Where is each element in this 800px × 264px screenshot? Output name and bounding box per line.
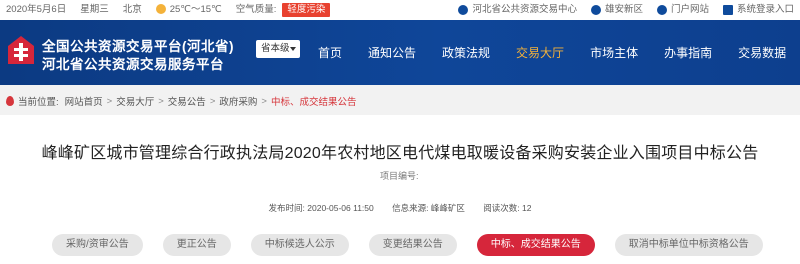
aqi-badge: 轻度污染: [282, 3, 331, 17]
link-trading-center[interactable]: 河北省公共资源交易中心: [458, 0, 577, 20]
chevron-down-icon: [290, 47, 296, 51]
province-select[interactable]: 省本级: [256, 40, 300, 58]
logo-icon[interactable]: [6, 34, 36, 70]
tab-correction-notice[interactable]: 更正公告: [162, 234, 231, 256]
province-select-value: 省本级: [261, 43, 290, 54]
link-login[interactable]: 系统登录入口: [722, 0, 794, 20]
tab-candidate-publicity[interactable]: 中标候选人公示: [250, 234, 349, 256]
nav-guide[interactable]: 办事指南: [664, 44, 712, 61]
info-source: 信息来源: 峰峰矿区: [392, 203, 465, 213]
article-meta: 发布时间: 2020-05-06 11:50 信息来源: 峰峰矿区 阅读次数: …: [0, 202, 800, 214]
nav-home[interactable]: 首页: [318, 44, 342, 61]
breadcrumb-current: 中标、成交结果公告: [270, 97, 357, 108]
nav-policies[interactable]: 政策法规: [442, 44, 490, 61]
link-portal[interactable]: 门户网站: [656, 0, 709, 20]
weather-sun-icon: [155, 4, 166, 15]
nav-market-entities[interactable]: 市场主体: [590, 44, 638, 61]
tab-change-result[interactable]: 变更结果公告: [368, 234, 457, 256]
article-panel: 峰峰矿区城市管理综合行政执法局2020年农村地区电代煤电取暖设备采购安装企业入围…: [0, 115, 800, 264]
breadcrumb-announcements[interactable]: 交易公告: [168, 94, 206, 108]
site-title-line2: 河北省公共资源交易服务平台: [42, 57, 224, 72]
article-title: 峰峰矿区城市管理综合行政执法局2020年农村地区电代煤电取暖设备采购安装企业入围…: [41, 145, 759, 162]
tab-award-result[interactable]: 中标、成交结果公告: [476, 234, 595, 256]
view-count: 阅读次数: 12: [483, 203, 532, 213]
aqi-label: 空气质量:: [235, 4, 277, 15]
weekday-text: 星期三: [80, 4, 109, 15]
nav-trading-hall[interactable]: 交易大厅: [516, 44, 564, 61]
breadcrumb-procurement[interactable]: 政府采购: [219, 94, 257, 108]
home-icon: [458, 5, 469, 15]
tab-cancel-award[interactable]: 取消中标单位中标资格公告: [614, 234, 763, 256]
breadcrumb-separator: >: [106, 95, 113, 107]
main-nav: 首页 通知公告 政策法规 交易大厅 市场主体 办事指南 交易数据: [318, 20, 800, 85]
nav-trading-data[interactable]: 交易数据: [738, 44, 786, 61]
announcement-tabs: 采购/资审公告 更正公告 中标候选人公示 变更结果公告 中标、成交结果公告 取消…: [52, 234, 783, 256]
breadcrumb-separator: >: [209, 95, 216, 107]
site-title-line1: 全国公共资源交易平台(河北省): [42, 39, 234, 54]
login-icon: [722, 5, 733, 15]
link-xiongan[interactable]: 雄安新区: [590, 0, 643, 20]
publish-time: 发布时间: 2020-05-06 11:50: [268, 203, 374, 213]
breadcrumb-bar: 当前位置: 网站首页 > 交易大厅 > 交易公告 > 政府采购 > 中标、成交结…: [0, 85, 800, 115]
date-text: 2020年5月6日: [6, 4, 67, 15]
location-pin-icon: [6, 96, 14, 106]
breadcrumb-home[interactable]: 网站首页: [65, 94, 103, 108]
city-text: 北京: [122, 4, 142, 15]
nav-notices[interactable]: 通知公告: [368, 44, 416, 61]
breadcrumb: 当前位置: 网站首页 > 交易大厅 > 交易公告 > 政府采购 > 中标、成交结…: [6, 94, 356, 108]
location-icon: [590, 5, 601, 15]
breadcrumb-trading-hall[interactable]: 交易大厅: [116, 94, 154, 108]
date-weather: 2020年5月6日 星期三 北京 25℃～15℃ 空气质量: 轻度污染: [6, 0, 344, 20]
site-header: 全国公共资源交易平台(河北省) 河北省公共资源交易服务平台 省本级 首页 通知公…: [0, 20, 800, 85]
breadcrumb-separator: >: [158, 95, 164, 107]
project-number-label: 项目编号:: [380, 171, 419, 181]
breadcrumb-separator: >: [261, 95, 267, 107]
tab-procurement-notice[interactable]: 采购/资审公告: [52, 234, 143, 256]
top-links: 河北省公共资源交易中心 雄安新区 门户网站 系统登录入口: [444, 0, 794, 20]
breadcrumb-prefix: 当前位置:: [18, 97, 59, 108]
temperature-text: 25℃～15℃: [155, 0, 222, 20]
top-info-bar: 2020年5月6日 星期三 北京 25℃～15℃ 空气质量: 轻度污染 河北省公…: [0, 0, 800, 20]
portal-icon: [656, 5, 667, 15]
